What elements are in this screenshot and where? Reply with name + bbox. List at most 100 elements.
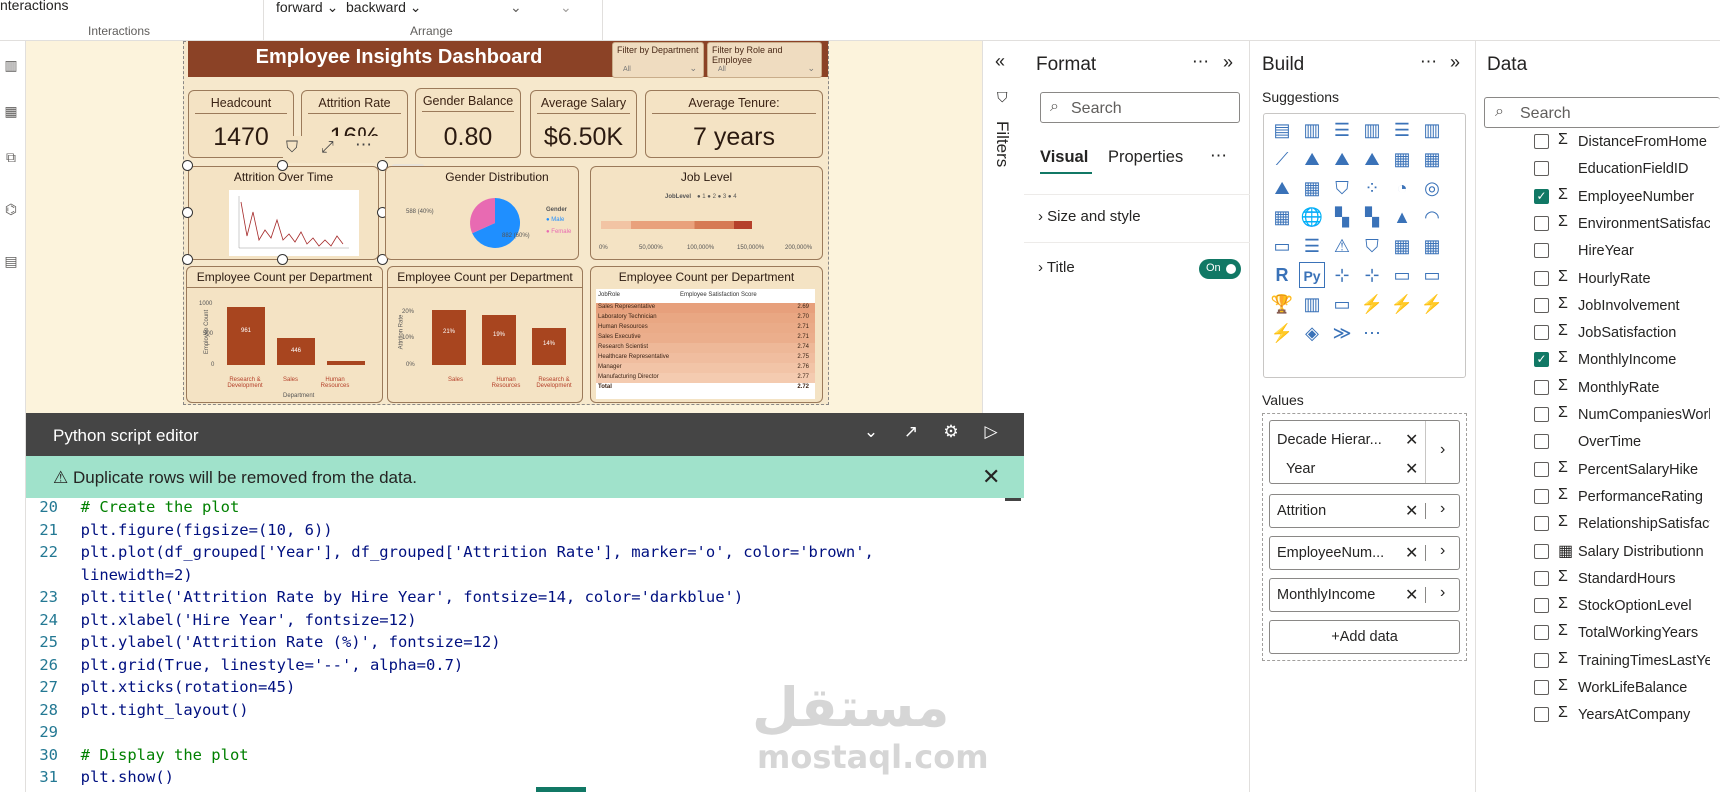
add-data-button[interactable]: +Add data	[1269, 620, 1460, 654]
powerautomate-logo-icon[interactable]: ≫	[1329, 320, 1355, 346]
100-bar-icon[interactable]: ☰	[1389, 117, 1415, 143]
focus-mode-icon[interactable]: ⤢	[321, 139, 334, 157]
collapse-pane-icon[interactable]: »	[1223, 52, 1233, 73]
remove-field-icon[interactable]: ✕	[1405, 430, 1418, 450]
satisfaction-table-visual[interactable]: Employee Count per Department JobRole Em…	[590, 266, 823, 403]
card-new-icon[interactable]: ▭	[1329, 291, 1355, 317]
field-name[interactable]: JobInvolvement	[1578, 298, 1680, 314]
narrative-icon[interactable]: ▭	[1419, 262, 1445, 288]
100-column-icon[interactable]: ▥	[1419, 117, 1445, 143]
scatter-icon[interactable]: ⁘	[1359, 175, 1385, 201]
kpi-icon[interactable]: ⚠	[1329, 233, 1355, 259]
chevron-right-icon[interactable]: ›	[1440, 500, 1445, 518]
qa-icon[interactable]: ▭	[1389, 262, 1415, 288]
title-toggle[interactable]: On	[1199, 259, 1241, 279]
chevron-right-icon[interactable]: ›	[1440, 542, 1445, 560]
gender-distribution-visual[interactable]: Gender Distribution 588 (40%) 882 (60%) …	[385, 166, 579, 260]
remove-field-icon[interactable]: ✕	[1405, 501, 1418, 521]
button-slicer-icon[interactable]: ⚡	[1419, 291, 1445, 317]
filled-map-icon[interactable]: ▚	[1329, 204, 1355, 230]
dept-attrition-visual[interactable]: Employee Count per Department Attrition …	[387, 266, 583, 403]
field-checkbox[interactable]	[1534, 625, 1549, 641]
field-checkbox[interactable]	[1534, 570, 1549, 586]
field-checkbox[interactable]	[1534, 161, 1549, 177]
waterfall-icon[interactable]: ▦	[1299, 175, 1325, 201]
filters-pane-collapsed[interactable]: « ⛉ Filters	[982, 41, 1024, 413]
department-filter[interactable]: Filter by Department All ⌄	[612, 42, 704, 78]
field-checkbox[interactable]	[1534, 297, 1549, 313]
data-scrollbar[interactable]	[1710, 130, 1720, 790]
field-checkbox[interactable]	[1534, 407, 1549, 422]
table-icon[interactable]: ▦	[1389, 233, 1415, 259]
paginated-report-icon[interactable]: ▥	[1299, 291, 1325, 317]
stacked-bar-icon[interactable]: ▤	[1269, 117, 1295, 143]
field-name[interactable]: HourlyRate	[1578, 271, 1651, 287]
field-name[interactable]: EnvironmentSatisfaction	[1578, 216, 1720, 232]
donut-chart-icon[interactable]: ◎	[1419, 175, 1445, 201]
resize-handle[interactable]	[277, 160, 288, 171]
data-search-input[interactable]: ⌕ Search	[1484, 97, 1720, 128]
field-checkbox[interactable]	[1534, 243, 1549, 259]
field-well-employeenumber[interactable]: EmployeeNum... ✕ ›	[1269, 536, 1460, 570]
tab-properties[interactable]: Properties	[1108, 148, 1183, 167]
field-name[interactable]: OverTime	[1578, 434, 1641, 450]
field-name[interactable]: TrainingTimesLastYear	[1578, 653, 1720, 669]
field-name[interactable]: StandardHours	[1578, 571, 1676, 587]
remove-field-icon[interactable]: ✕	[1405, 459, 1418, 479]
resize-handle[interactable]	[182, 207, 193, 218]
field-checkbox[interactable]	[1534, 325, 1549, 341]
job-level-visual[interactable]: Job Level JobLevel ● 1 ● 2 ● 3 ● 4 0% 50…	[590, 166, 823, 260]
powerapps-logo-icon[interactable]: ◈	[1299, 320, 1325, 346]
kpi-headcount[interactable]: Headcount 1470	[188, 90, 294, 158]
report-view-icon[interactable]: ▥	[2, 57, 20, 75]
kpi-average-tenure[interactable]: Average Tenure: 7 years	[645, 90, 823, 158]
field-name[interactable]: WorkLifeBalance	[1578, 680, 1687, 696]
close-icon[interactable]: ✕	[982, 464, 1000, 490]
field-checkbox[interactable]	[1534, 215, 1549, 231]
attrition-over-time-visual[interactable]: Attrition Over Time	[188, 166, 379, 260]
field-checkbox[interactable]	[1534, 707, 1549, 723]
field-checkbox[interactable]	[1534, 543, 1549, 559]
field-name[interactable]: RelationshipSatisfaction	[1578, 516, 1720, 532]
table-view-icon[interactable]: ▦	[2, 103, 20, 121]
field-checkbox[interactable]	[1534, 270, 1549, 286]
more-options-icon[interactable]: ⋯	[1192, 52, 1209, 72]
field-checkbox[interactable]	[1534, 680, 1549, 695]
title-section[interactable]: › Title	[1038, 259, 1075, 276]
clustered-bar-icon[interactable]: ☰	[1329, 117, 1355, 143]
run-script-icon[interactable]: ▷	[980, 422, 1002, 442]
line-clustered-icon[interactable]: ▦	[1419, 146, 1445, 172]
power-apps-icon[interactable]: ⚡	[1359, 291, 1385, 317]
field-name[interactable]: EducationFieldID	[1578, 161, 1688, 177]
tab-visual[interactable]: Visual	[1040, 148, 1088, 167]
chevron-right-icon[interactable]: ›	[1440, 584, 1445, 602]
size-style-section[interactable]: › Size and style	[1038, 208, 1141, 225]
field-checkbox[interactable]	[1534, 598, 1549, 614]
tmdl-view-icon[interactable]: ▤	[2, 253, 20, 271]
text-slicer-icon[interactable]: ⚡	[1269, 320, 1295, 346]
field-well-decade-hierarchy[interactable]: Decade Hierar... Year ✕ ✕ ›	[1269, 420, 1460, 484]
field-checkbox[interactable]	[1534, 516, 1549, 532]
r-visual-icon[interactable]: R	[1269, 262, 1295, 288]
field-name[interactable]: JobSatisfaction	[1578, 325, 1676, 341]
field-name[interactable]: TotalWorkingYears	[1578, 625, 1698, 641]
more-options-icon[interactable]: ⋯	[355, 135, 372, 155]
field-name[interactable]: NumCompaniesWorked	[1578, 407, 1720, 423]
field-checkbox[interactable]	[1534, 488, 1549, 504]
resize-handle[interactable]	[182, 160, 193, 171]
field-name[interactable]: PercentSalaryHike	[1578, 462, 1698, 478]
field-name[interactable]: PerformanceRating	[1578, 489, 1703, 505]
clustered-column-icon[interactable]: ▥	[1359, 117, 1385, 143]
field-checkbox[interactable]	[1534, 379, 1549, 395]
shape-map-icon[interactable]: ▚	[1359, 204, 1385, 230]
field-name[interactable]: YearsAtCompany	[1578, 707, 1690, 723]
treemap-icon[interactable]: ▦	[1269, 204, 1295, 230]
line-column-icon[interactable]: ▦	[1389, 146, 1415, 172]
field-name[interactable]: HireYear	[1578, 243, 1634, 259]
dept-count-visual[interactable]: Employee Count per Department Employee C…	[186, 266, 383, 403]
card-icon[interactable]: ▭	[1269, 233, 1295, 259]
funnel-icon[interactable]: ⛉	[1329, 175, 1355, 201]
send-backward-button[interactable]: backward ⌄	[346, 0, 422, 16]
dax-query-icon[interactable]: ⌬	[2, 201, 20, 219]
field-checkbox[interactable]	[1534, 434, 1549, 450]
